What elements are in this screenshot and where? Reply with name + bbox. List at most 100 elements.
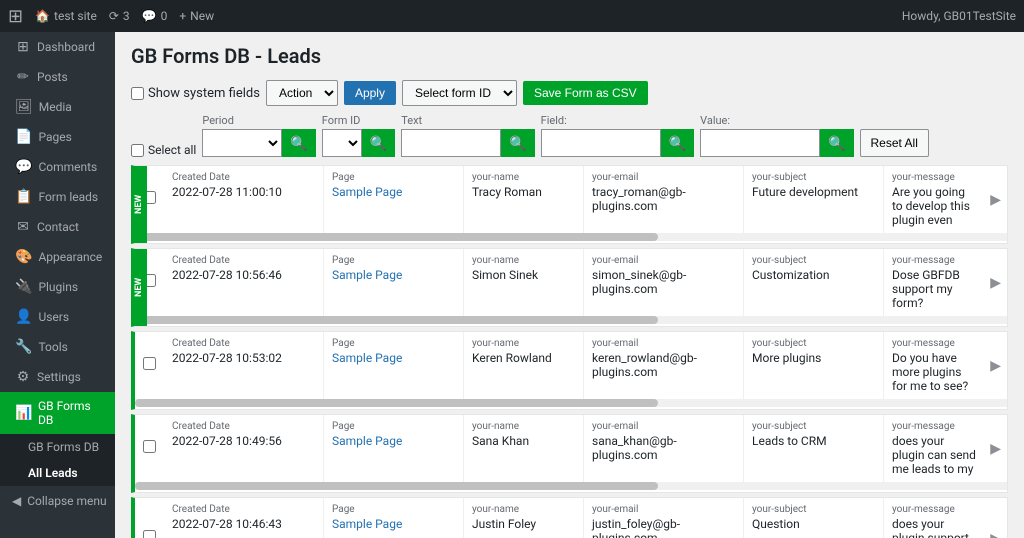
period-search-button[interactable]: 🔍	[282, 129, 315, 157]
cell-label: your-message	[892, 338, 976, 349]
page-title: GB Forms DB - Leads	[131, 44, 1008, 68]
field-input-wrap: 🔍	[541, 129, 694, 157]
save-form-csv-button[interactable]: Save Form as CSV	[523, 81, 648, 105]
table-cell: Created Date 2022-07-28 10:56:46	[164, 249, 324, 316]
row-scrollbar[interactable]	[135, 399, 1007, 407]
row-scrollbar[interactable]	[135, 233, 1007, 241]
cell-value: 2022-07-28 10:49:56	[172, 434, 315, 448]
cell-label: Created Date	[172, 504, 315, 515]
sidebar-item-media[interactable]: 🖼 Media	[0, 92, 115, 122]
row-expand-arrow[interactable]: ▶	[984, 523, 1007, 538]
cell-label: your-email	[592, 172, 735, 183]
row-expand-arrow[interactable]: ▶	[984, 433, 1007, 465]
page-link[interactable]: Sample Page	[332, 351, 402, 365]
cell-value: sana_khan@gb-plugins.com	[592, 434, 735, 462]
text-input[interactable]	[401, 129, 501, 157]
cell-value: Customization	[752, 268, 875, 282]
page-link[interactable]: Sample Page	[332, 185, 402, 199]
form-id-search-button[interactable]: 🔍	[362, 129, 395, 157]
cell-label: your-name	[472, 172, 575, 183]
page-link[interactable]: Sample Page	[332, 268, 402, 282]
table-cell: your-messageDo you have more plugins for…	[884, 332, 984, 399]
form-id-label: Form ID	[322, 114, 395, 127]
table-cell: your-subjectFuture development	[744, 166, 884, 233]
table-cell: your-nameTracy Roman	[464, 166, 584, 233]
table-cell: your-emailkeren_rowland@gb-plugins.com	[584, 332, 744, 399]
sidebar-item-dashboard[interactable]: ⊞ Dashboard	[0, 32, 115, 62]
cell-label: Created Date	[172, 421, 315, 432]
sidebar-item-gb-forms-db[interactable]: 📊 GB Forms DB	[0, 392, 115, 434]
cell-label: your-subject	[752, 172, 875, 183]
cell-label: Created Date	[172, 338, 315, 349]
sidebar-item-contact[interactable]: ✉ Contact	[0, 212, 115, 242]
cell-value: Justin Foley	[472, 517, 575, 531]
table-cell: PageSample Page	[324, 332, 464, 399]
wp-logo-icon[interactable]: ⊞	[8, 6, 23, 27]
dashboard-icon: ⊞	[15, 39, 31, 55]
sidebar-item-settings[interactable]: ⚙ Settings	[0, 362, 115, 392]
cell-value: 2022-07-28 11:00:10	[172, 185, 315, 199]
cell-label: Page	[332, 255, 455, 266]
period-select[interactable]	[202, 129, 282, 157]
table-cell: your-subjectQuestion	[744, 498, 884, 538]
sidebar-item-plugins[interactable]: 🔌 Plugins	[0, 272, 115, 302]
comments-count[interactable]: 💬 0	[142, 9, 168, 23]
value-input[interactable]	[700, 129, 820, 157]
updates-count[interactable]: ⟳ 3	[109, 9, 130, 23]
show-system-fields-label[interactable]: Show system fields	[131, 86, 260, 101]
field-input[interactable]	[541, 129, 661, 157]
sidebar-sub-item-gb-forms-db[interactable]: GB Forms DB	[0, 434, 115, 460]
select-all-wrap: Select all	[131, 143, 196, 157]
row-expand-arrow[interactable]: ▶	[984, 350, 1007, 382]
field-search-button[interactable]: 🔍	[661, 129, 694, 157]
cell-label: Page	[332, 504, 455, 515]
cell-value: 2022-07-28 10:56:46	[172, 268, 315, 282]
row-scrollbar[interactable]	[135, 482, 1007, 490]
table-cell: your-subjectLeads to CRM	[744, 415, 884, 482]
cell-label: Page	[332, 421, 455, 432]
sidebar-item-pages[interactable]: 📄 Pages	[0, 122, 115, 152]
reset-all-button[interactable]: Reset All	[860, 129, 929, 157]
show-system-fields-checkbox[interactable]	[131, 87, 144, 100]
cell-value: Are you going to develop this plugin eve…	[892, 185, 976, 227]
collapse-menu-button[interactable]: ◀ Collapse menu	[0, 486, 115, 516]
sidebar-item-comments[interactable]: 💬 Comments	[0, 152, 115, 182]
table-cell: your-messagedoes your plugin can send me…	[884, 415, 984, 482]
cell-label: your-message	[892, 255, 976, 266]
cell-label: Created Date	[172, 172, 315, 183]
sidebar-item-form-leads[interactable]: 📋 Form leads	[0, 182, 115, 212]
updates-icon: ⟳	[109, 9, 119, 23]
row-checkbox[interactable]	[143, 440, 156, 453]
sidebar-sub-item-all-leads[interactable]: All Leads	[0, 460, 115, 486]
period-input-wrap: 🔍	[202, 129, 315, 157]
value-search-button[interactable]: 🔍	[820, 129, 853, 157]
apply-button[interactable]: Apply	[344, 81, 396, 105]
cell-label: your-subject	[752, 504, 875, 515]
cell-value: simon_sinek@gb-plugins.com	[592, 268, 735, 296]
row-checkbox[interactable]	[143, 530, 156, 538]
select-all-checkbox[interactable]	[131, 144, 144, 157]
form-id-select[interactable]	[322, 129, 362, 157]
row-expand-arrow[interactable]: ▶	[984, 184, 1007, 216]
table-cell: Created Date2022-07-28 10:53:02	[164, 332, 324, 399]
page-link[interactable]: Sample Page	[332, 517, 402, 531]
cell-value: justin_foley@gb-plugins.com	[592, 517, 735, 538]
page-link[interactable]: Sample Page	[332, 434, 402, 448]
site-name[interactable]: 🏠 test site	[35, 9, 97, 23]
new-item[interactable]: + New	[179, 9, 214, 23]
row-checkbox[interactable]	[143, 357, 156, 370]
cell-label: Created Date	[172, 255, 315, 266]
row-expand-arrow[interactable]: ▶	[984, 267, 1007, 299]
text-search-button[interactable]: 🔍	[501, 129, 534, 157]
sidebar-item-users[interactable]: 👤 Users	[0, 302, 115, 332]
tools-icon: 🔧	[15, 339, 32, 355]
sidebar-item-appearance[interactable]: 🎨 Appearance	[0, 242, 115, 272]
row-scrollbar[interactable]	[135, 316, 1007, 324]
cell-value: does your plugin support more than one f…	[892, 517, 976, 538]
select-form-dropdown[interactable]: Select form ID	[402, 80, 517, 106]
sidebar-item-posts[interactable]: ✏ Posts	[0, 62, 115, 92]
sidebar-item-tools[interactable]: 🔧 Tools	[0, 332, 115, 362]
action-dropdown[interactable]: Action	[266, 80, 338, 106]
admin-bar: ⊞ 🏠 test site ⟳ 3 💬 0 + New Howdy, GB01T…	[0, 0, 1024, 32]
period-filter-group: Period 🔍	[202, 114, 315, 157]
